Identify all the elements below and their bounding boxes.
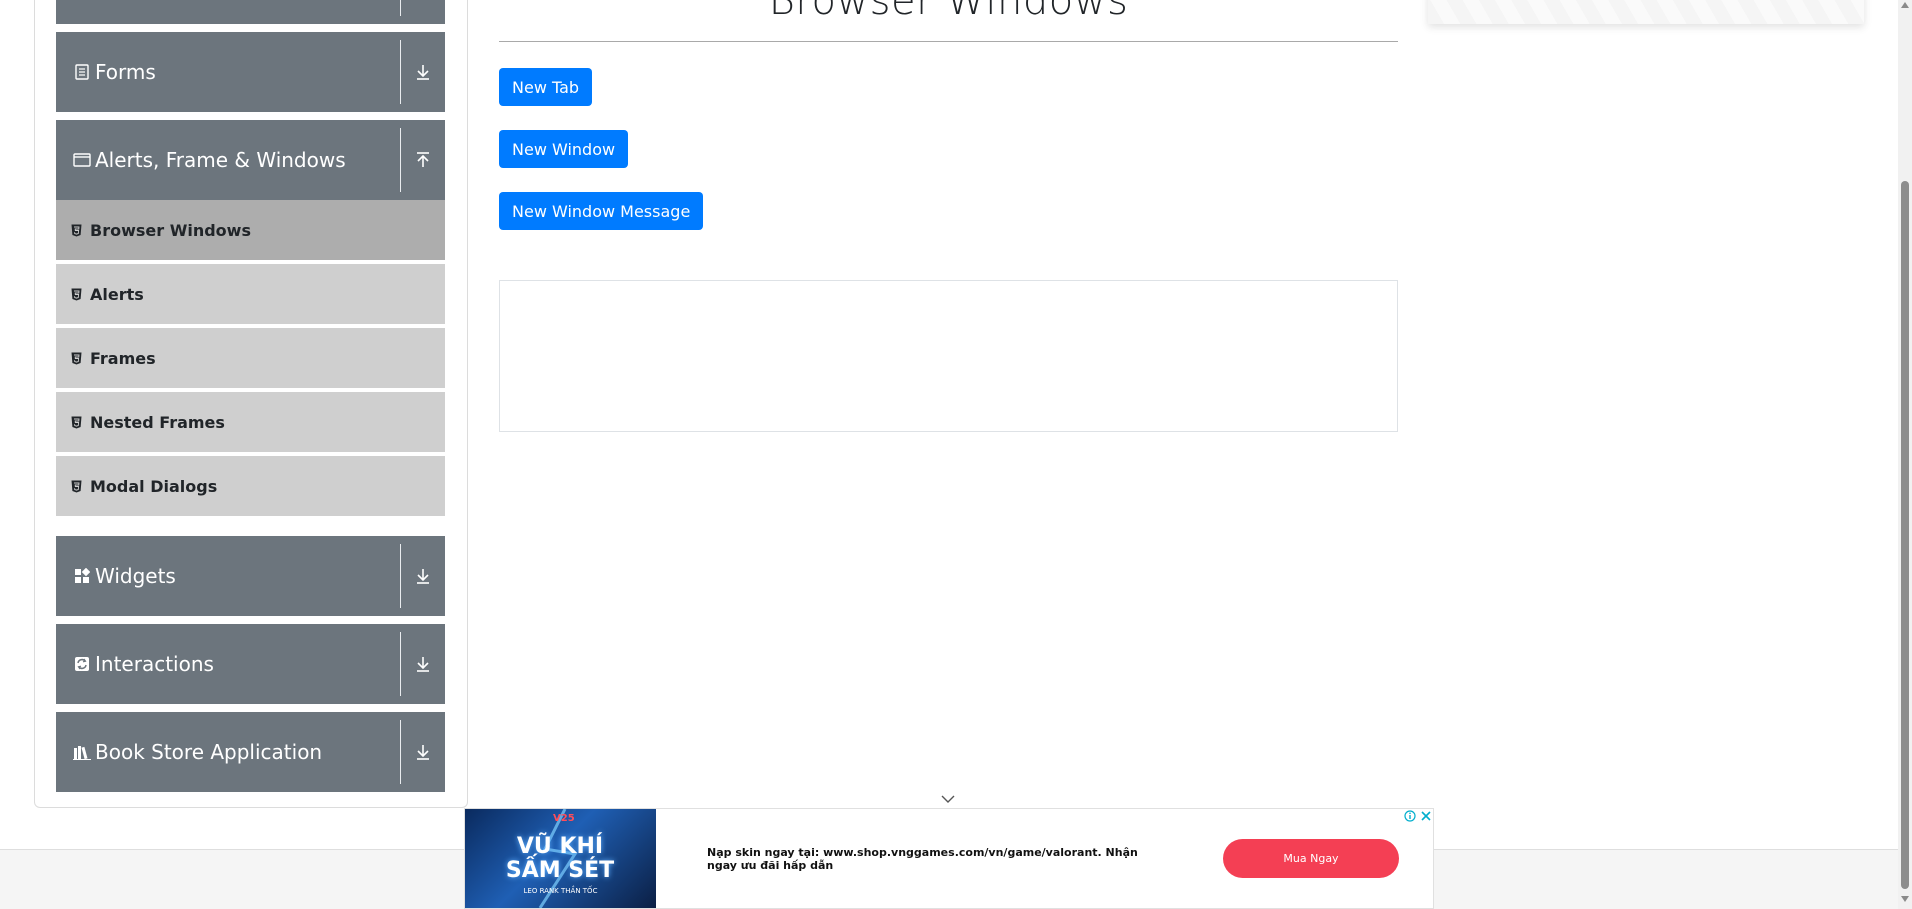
sidebar-item-label: Alerts	[90, 284, 144, 304]
ad-controls	[1403, 809, 1433, 823]
sidebar-group-forms[interactable]: Forms	[56, 32, 445, 112]
arrow-down-icon[interactable]	[411, 60, 435, 84]
sidebar-group-label: Alerts, Frame & Windows	[95, 148, 346, 172]
arrow-down-icon[interactable]	[411, 564, 435, 588]
scroll-down-arrow-icon[interactable]	[1901, 896, 1909, 902]
sidebar-item-browser-windows[interactable]: Browser Windows	[56, 200, 445, 262]
info-icon[interactable]	[1403, 809, 1417, 823]
arrow-up-icon[interactable]	[411, 148, 435, 172]
page-title: Browser Windows	[768, 0, 1129, 24]
html5-icon	[70, 415, 82, 429]
interactions-icon	[73, 655, 91, 673]
bottom-ad-banner[interactable]: V25 VŨ KHÍ SẤM SÉT LEO RANK THẦN TỐC Nạp…	[464, 808, 1434, 909]
arrow-down-icon[interactable]	[411, 740, 435, 764]
sidebar-item-label: Modal Dialogs	[90, 476, 218, 496]
group-separator	[400, 720, 401, 784]
sidebar-item-alerts[interactable]: Alerts	[56, 264, 445, 326]
ad-headline: VŨ KHÍ SẤM SÉT	[505, 834, 615, 883]
ad-image[interactable]: V25 VŨ KHÍ SẤM SÉT LEO RANK THẦN TỐC	[465, 809, 656, 908]
sidebar-item-modal-dialogs[interactable]: Modal Dialogs	[56, 456, 445, 518]
right-ad-banner[interactable]	[1428, 0, 1864, 24]
new-tab-button[interactable]: New Tab	[499, 68, 593, 106]
sidebar-group-label: Interactions	[95, 652, 214, 676]
html5-icon	[70, 287, 82, 301]
ad-brand-text: V25	[553, 813, 575, 824]
html5-icon	[70, 479, 82, 493]
new-window-message-button[interactable]: New Window Message	[499, 192, 704, 230]
html5-icon	[70, 351, 82, 365]
sidebar-group-label: Book Store Application	[95, 740, 323, 764]
window-icon	[73, 151, 91, 169]
sidebar-group-alerts-frame-windows[interactable]: Alerts, Frame & Windows	[56, 120, 445, 200]
sidebar-item-frames[interactable]: Frames	[56, 328, 445, 390]
group-separator	[400, 544, 401, 608]
sidebar-item-label: Browser Windows	[90, 220, 251, 240]
sidebar-group-label: Forms	[95, 60, 156, 84]
new-window-button[interactable]: New Window	[499, 130, 629, 168]
group-separator	[400, 632, 401, 696]
ad-text: Nạp skin ngay tại: www.shop.vnggames.com…	[707, 845, 1138, 872]
ad-subline: LEO RANK THẦN TỐC	[523, 887, 598, 895]
sidebar-group-widgets[interactable]: Widgets	[56, 536, 445, 616]
group-separator	[400, 128, 401, 192]
arrow-down-icon[interactable]	[411, 652, 435, 676]
scroll-up-arrow-icon[interactable]	[1901, 2, 1909, 8]
sidebar-group-book-store[interactable]: Book Store Application	[56, 712, 445, 792]
scrollbar-thumb[interactable]	[1901, 181, 1909, 889]
widgets-icon	[73, 567, 91, 585]
sidebar-item-label: Nested Frames	[90, 412, 225, 432]
title-divider	[499, 41, 1398, 42]
sidebar-group-elements[interactable]	[56, 0, 445, 24]
sidebar-group-label: Widgets	[95, 564, 176, 588]
books-icon	[73, 743, 91, 761]
content-placeholder-box	[499, 280, 1398, 432]
ad-cta-button[interactable]: Mua Ngay	[1223, 839, 1399, 878]
form-icon	[73, 63, 91, 81]
sidebar-item-nested-frames[interactable]: Nested Frames	[56, 392, 445, 454]
group-separator	[400, 40, 401, 104]
close-icon[interactable]	[1419, 809, 1433, 823]
group-separator	[400, 0, 401, 16]
chevron-down-icon[interactable]	[940, 792, 956, 804]
sidebar-group-interactions[interactable]: Interactions	[56, 624, 445, 704]
sidebar-item-label: Frames	[90, 348, 156, 368]
html5-icon	[70, 223, 82, 237]
